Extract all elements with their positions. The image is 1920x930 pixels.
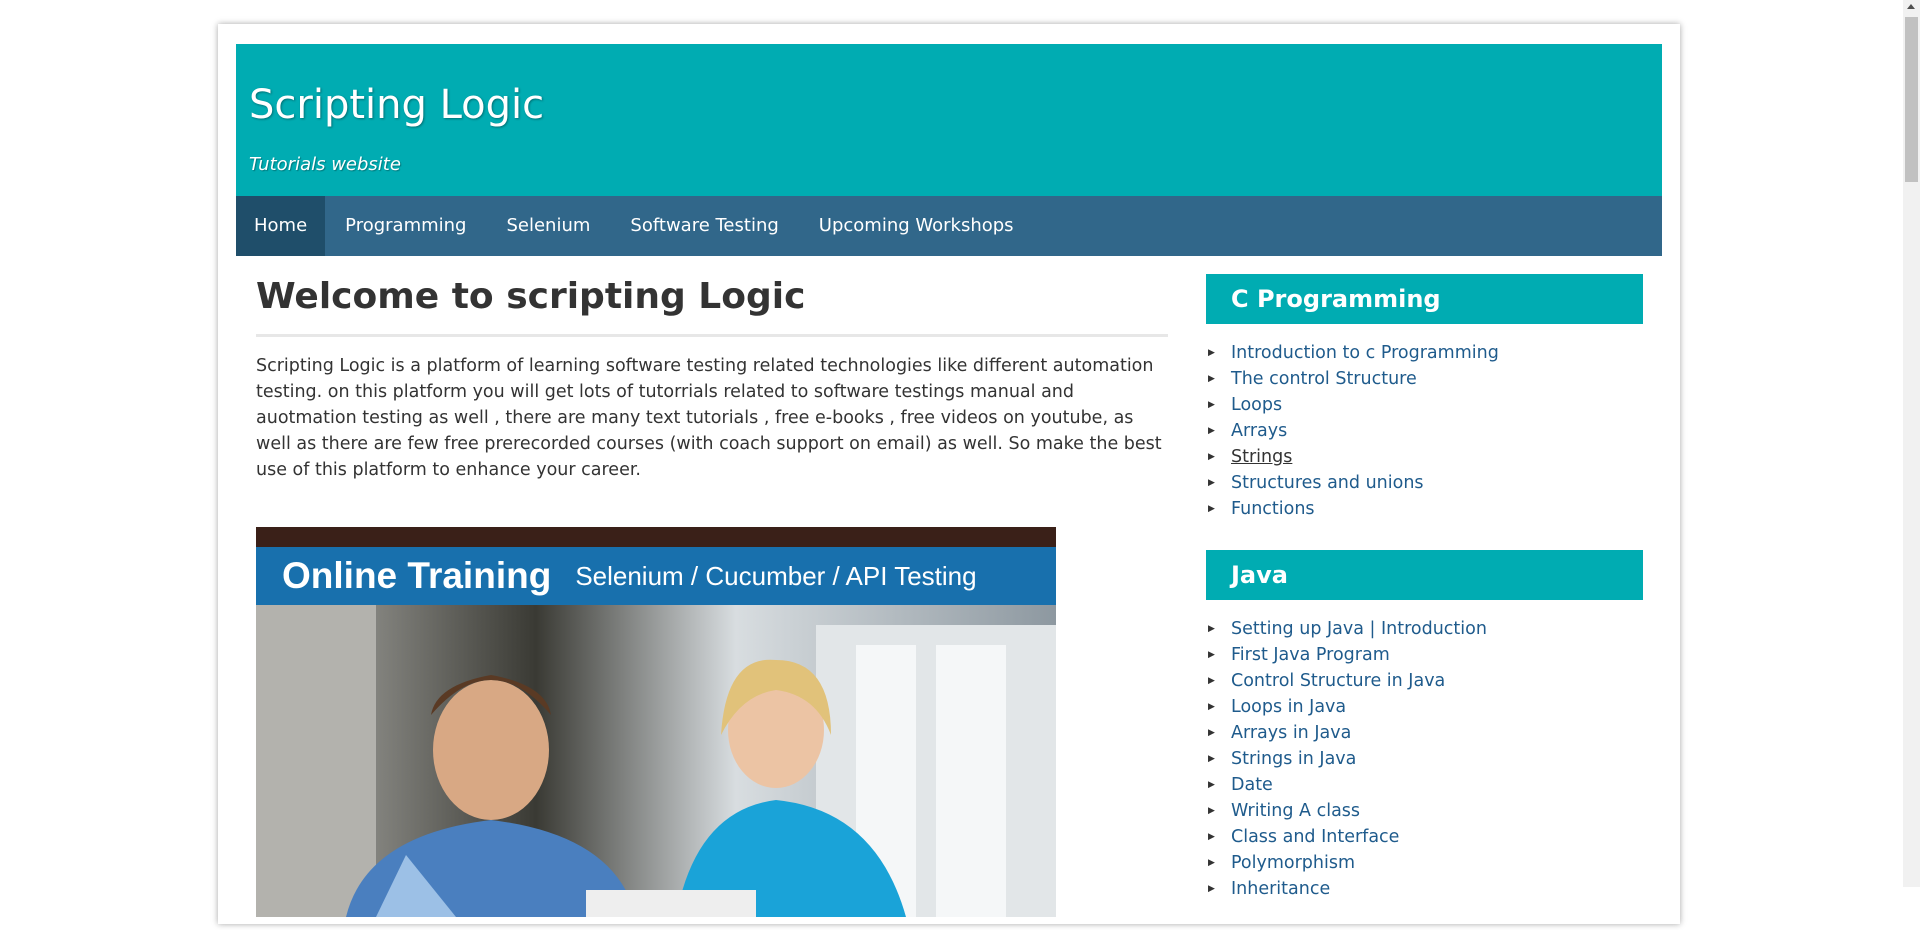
list-item: ▶ The control Structure xyxy=(1206,366,1643,392)
site-tagline: Tutorials website xyxy=(249,154,401,175)
triangle-bullet-icon: ▶ xyxy=(1208,884,1215,894)
widget-title-java: Java xyxy=(1206,550,1643,600)
link-java-date[interactable]: Date xyxy=(1231,775,1273,795)
link-control-structure[interactable]: The control Structure xyxy=(1231,369,1417,389)
link-java-setup[interactable]: Setting up Java | Introduction xyxy=(1231,619,1487,639)
nav-item-selenium[interactable]: Selenium xyxy=(486,196,610,256)
triangle-bullet-icon: ▶ xyxy=(1208,728,1215,738)
link-intro-c[interactable]: Introduction to c Programming xyxy=(1231,343,1499,363)
triangle-bullet-icon: ▶ xyxy=(1208,504,1215,514)
banner-heading-bar: Online Training Selenium / Cucumber / AP… xyxy=(256,547,1056,605)
page-title: Welcome to scripting Logic xyxy=(256,274,1168,337)
triangle-bullet-icon: ▶ xyxy=(1208,780,1215,790)
link-first-java-program[interactable]: First Java Program xyxy=(1231,645,1390,665)
list-item: ▶ Arrays xyxy=(1206,418,1643,444)
triangle-bullet-icon: ▶ xyxy=(1208,702,1215,712)
nav-item-software-testing[interactable]: Software Testing xyxy=(610,196,798,256)
triangle-bullet-icon: ▶ xyxy=(1208,754,1215,764)
main-nav: Home Programming Selenium Software Testi… xyxy=(236,196,1662,256)
link-java-strings[interactable]: Strings in Java xyxy=(1231,749,1356,769)
triangle-bullet-icon: ▶ xyxy=(1208,374,1215,384)
list-item: ▶ Introduction to c Programming xyxy=(1206,340,1643,366)
list-item: ▶ Functions xyxy=(1206,496,1643,522)
list-item: ▶ Arrays in Java xyxy=(1206,720,1643,746)
list-item: ▶ Loops xyxy=(1206,392,1643,418)
list-item: ▶ Strings xyxy=(1206,444,1643,470)
list-item: ▶ Strings in Java xyxy=(1206,746,1643,772)
list-item: ▶ Writing A class xyxy=(1206,798,1643,824)
site-header: Scripting Logic Tutorials website xyxy=(236,44,1662,196)
link-polymorphism[interactable]: Polymorphism xyxy=(1231,853,1355,873)
banner-top-strip xyxy=(256,527,1056,547)
nav-item-home[interactable]: Home xyxy=(236,196,326,256)
triangle-bullet-icon: ▶ xyxy=(1208,806,1215,816)
widget-title-c-programming: C Programming xyxy=(1206,274,1643,324)
c-programming-list: ▶ Introduction to c Programming ▶ The cont… xyxy=(1206,340,1643,522)
link-writing-class[interactable]: Writing A class xyxy=(1231,801,1360,821)
scrollbar-thumb[interactable] xyxy=(1905,17,1918,182)
link-inheritance[interactable]: Inheritance xyxy=(1231,879,1330,899)
triangle-bullet-icon: ▶ xyxy=(1208,858,1215,868)
triangle-bullet-icon: ▶ xyxy=(1208,624,1215,634)
triangle-bullet-icon: ▶ xyxy=(1208,452,1215,462)
link-class-interface[interactable]: Class and Interface xyxy=(1231,827,1399,847)
nav-item-upcoming-workshops[interactable]: Upcoming Workshops xyxy=(799,196,1034,256)
triangle-bullet-icon: ▶ xyxy=(1208,348,1215,358)
link-loops[interactable]: Loops xyxy=(1231,395,1282,415)
list-item: ▶ Setting up Java | Introduction xyxy=(1206,616,1643,642)
link-java-arrays[interactable]: Arrays in Java xyxy=(1231,723,1351,743)
banner-people-illustration xyxy=(256,605,1056,917)
page-container: Scripting Logic Tutorials website Home P… xyxy=(218,24,1680,924)
triangle-bullet-icon: ▶ xyxy=(1208,650,1215,660)
java-list: ▶ Setting up Java | Introduction ▶ First J… xyxy=(1206,616,1643,902)
sidebar: C Programming ▶ Introduction to c Program… xyxy=(1206,274,1643,930)
list-item: ▶ Control Structure in Java xyxy=(1206,668,1643,694)
list-item: ▶ Loops in Java xyxy=(1206,694,1643,720)
intro-paragraph: Scripting Logic is a platform of learnin… xyxy=(256,356,1162,480)
scroll-up-arrow-icon[interactable] xyxy=(1907,4,1915,9)
list-item: ▶ Inheritance xyxy=(1206,876,1643,902)
banner-heading: Online Training xyxy=(282,555,552,596)
list-item: ▶ Polymorphism xyxy=(1206,850,1643,876)
link-java-control-structure[interactable]: Control Structure in Java xyxy=(1231,671,1445,691)
triangle-bullet-icon: ▶ xyxy=(1208,478,1215,488)
list-item: ▶ Date xyxy=(1206,772,1643,798)
site-title[interactable]: Scripting Logic xyxy=(249,82,544,128)
banner-subheading: Selenium / Cucumber / API Testing xyxy=(575,560,977,591)
triangle-bullet-icon: ▶ xyxy=(1208,426,1215,436)
link-java-loops[interactable]: Loops in Java xyxy=(1231,697,1346,717)
nav-item-programming[interactable]: Programming xyxy=(325,196,486,256)
list-item: ▶ Structures and unions xyxy=(1206,470,1643,496)
list-item: ▶ Class and Interface xyxy=(1206,824,1643,850)
triangle-bullet-icon: ▶ xyxy=(1208,676,1215,686)
triangle-bullet-icon: ▶ xyxy=(1208,832,1215,842)
triangle-bullet-icon: ▶ xyxy=(1208,400,1215,410)
training-banner-image[interactable]: Online Training Selenium / Cucumber / AP… xyxy=(256,527,1056,917)
list-item: ▶ First Java Program xyxy=(1206,642,1643,668)
main-content: Welcome to scripting Logic Scripting Log… xyxy=(256,274,1168,483)
link-structures-unions[interactable]: Structures and unions xyxy=(1231,473,1424,493)
link-strings[interactable]: Strings xyxy=(1231,447,1292,467)
page-scrollbar[interactable] xyxy=(1903,0,1920,887)
link-functions[interactable]: Functions xyxy=(1231,499,1315,519)
link-arrays[interactable]: Arrays xyxy=(1231,421,1287,441)
